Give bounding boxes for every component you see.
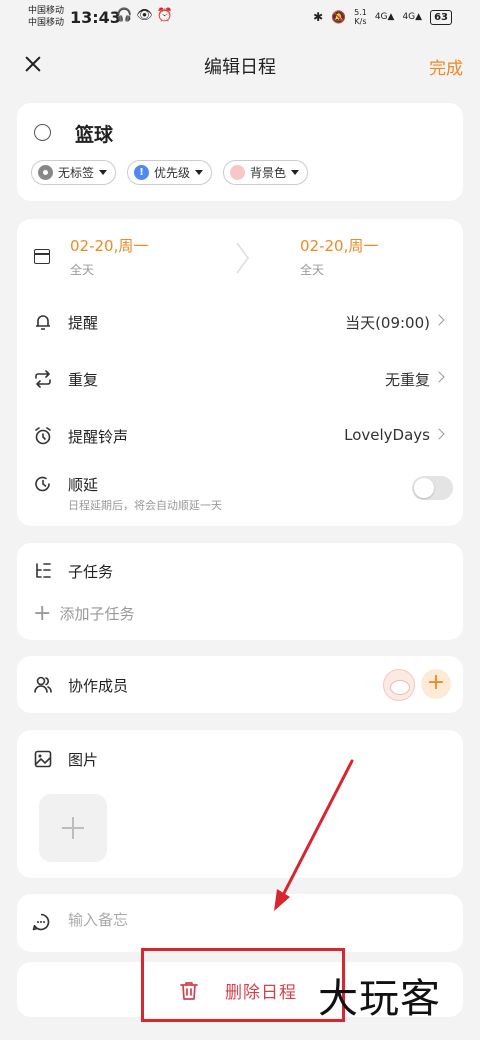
people-icon (34, 676, 52, 693)
mute-icon: 🔕 (331, 10, 347, 24)
postpone-clock-icon (35, 476, 50, 492)
alarm-clock-icon (35, 427, 51, 445)
schedule-card: 02-20,周一 全天 02-20,周一 全天 提醒 当天(09:00) 重复 … (17, 219, 463, 526)
ringtone-row[interactable]: 提醒铃声 LovelyDays (17, 416, 463, 456)
postpone-toggle[interactable] (412, 476, 453, 500)
repeat-row[interactable]: 重复 无重复 (17, 359, 463, 399)
tag-icon (38, 165, 53, 180)
caret-down-icon (99, 170, 108, 175)
color-swatch-icon (230, 165, 246, 180)
annotation-highlight-box (141, 948, 345, 1022)
done-button[interactable]: 完成 (429, 54, 463, 79)
bluetooth-icon: ✱ (313, 10, 324, 24)
subtask-label: 子任务 (68, 563, 114, 581)
note-card (17, 894, 463, 952)
reminder-row[interactable]: 提醒 当天(09:00) (17, 302, 463, 342)
date-range-row: 02-20,周一 全天 02-20,周一 全天 (17, 219, 463, 295)
watermark-text: 大玩客 (318, 976, 441, 1022)
chevron-right-icon (433, 371, 445, 383)
carrier-2: 中国移动 (28, 18, 65, 28)
battery-icon: 63 (430, 9, 452, 25)
postpone-label: 顺延 (68, 476, 99, 494)
ringtone-label: 提醒铃声 (68, 428, 129, 446)
chip-row: 无标签 ! 优先级 背景色 (31, 160, 309, 185)
postpone-row: 顺延 日程延期后，将会自动顺延一天 (17, 464, 463, 519)
network-2: 4G (402, 12, 416, 22)
ringtone-value: LovelyDays (344, 426, 430, 444)
avatar[interactable] (383, 669, 415, 701)
chevron-right-icon (433, 428, 445, 440)
repeat-value: 无重复 (384, 371, 430, 389)
event-title-card: 篮球 无标签 ! 优先级 背景色 (17, 103, 463, 201)
bell-icon (36, 315, 50, 330)
net-speed-value: 5.1 (354, 8, 367, 17)
subtask-header: 子任务 (17, 551, 463, 591)
status-right-icons: ✱ 🔕 5.1 K/s 4G▲ 4G▲ 63 (313, 8, 452, 26)
plus-icon: + (33, 600, 52, 626)
priority-chip-label: 优先级 (154, 166, 191, 180)
caret-down-icon (291, 170, 300, 175)
priority-chip[interactable]: ! 优先级 (127, 160, 213, 185)
alarm-icon: ⏰ (156, 8, 177, 23)
subtask-card: 子任务 + 添加子任务 (17, 543, 463, 640)
start-date[interactable]: 02-20,周一 全天 (70, 235, 148, 278)
event-title[interactable]: 篮球 (75, 120, 113, 147)
note-input[interactable] (68, 911, 448, 929)
start-date-sub: 全天 (70, 263, 95, 277)
comment-icon (32, 913, 50, 931)
status-left-icons: 🎧👁⏰ (116, 8, 177, 23)
subtask-list-icon (36, 563, 51, 578)
priority-icon: ! (134, 165, 150, 180)
signal-2-icon: 4G▲ (402, 12, 423, 22)
tag-chip-label: 无标签 (58, 166, 95, 180)
chevron-right-icon (433, 314, 445, 326)
collaborators-label: 协作成员 (68, 677, 129, 695)
end-date[interactable]: 02-20,周一 全天 (300, 235, 378, 278)
postpone-description: 日程延期后，将会自动顺延一天 (68, 499, 222, 512)
headphones-icon: 🎧 (116, 8, 137, 23)
chevron-right-icon (236, 242, 249, 274)
caret-down-icon (195, 170, 204, 175)
collaborators-card: 协作成员 + (17, 656, 463, 713)
net-speed-unit: K/s (354, 17, 367, 26)
annotation-arrow (274, 759, 354, 911)
background-chip-label: 背景色 (250, 166, 287, 180)
top-bar: 编辑日程 完成 (0, 40, 480, 90)
carrier-info: 中国移动 中国移动 (28, 5, 64, 29)
reminder-value: 当天(09:00) (345, 314, 430, 332)
images-card: 图片 (17, 730, 463, 878)
images-row: 图片 (17, 739, 463, 779)
background-color-chip[interactable]: 背景色 (223, 160, 309, 185)
reminder-label: 提醒 (68, 314, 99, 332)
status-time: 13:43 (70, 8, 121, 27)
add-image-button[interactable] (39, 794, 107, 862)
tag-chip[interactable]: 无标签 (31, 160, 117, 185)
end-date-value: 02-20,周一 (300, 237, 379, 255)
eye-icon: 👁 (136, 8, 157, 23)
start-date-value: 02-20,周一 (70, 237, 149, 255)
add-subtask-label: 添加子任务 (59, 605, 135, 623)
signal-1-icon: 4G▲ (374, 12, 395, 22)
add-member-button[interactable]: + (421, 669, 451, 699)
end-date-sub: 全天 (300, 263, 325, 277)
add-subtask-button[interactable]: + 添加子任务 (33, 600, 135, 626)
net-speed: 5.1 K/s (354, 8, 367, 26)
calendar-icon (34, 249, 50, 264)
status-bar: 中国移动 中国移动 13:43 🎧👁⏰ ✱ 🔕 5.1 K/s 4G▲ 4G▲ … (0, 0, 480, 36)
repeat-icon (35, 370, 51, 388)
page-title: 编辑日程 (204, 57, 276, 78)
image-icon (34, 750, 52, 768)
network-1: 4G (374, 12, 388, 22)
images-label: 图片 (68, 751, 99, 769)
complete-checkbox[interactable] (34, 124, 51, 141)
repeat-label: 重复 (68, 371, 99, 389)
carrier-1: 中国移动 (28, 6, 65, 16)
